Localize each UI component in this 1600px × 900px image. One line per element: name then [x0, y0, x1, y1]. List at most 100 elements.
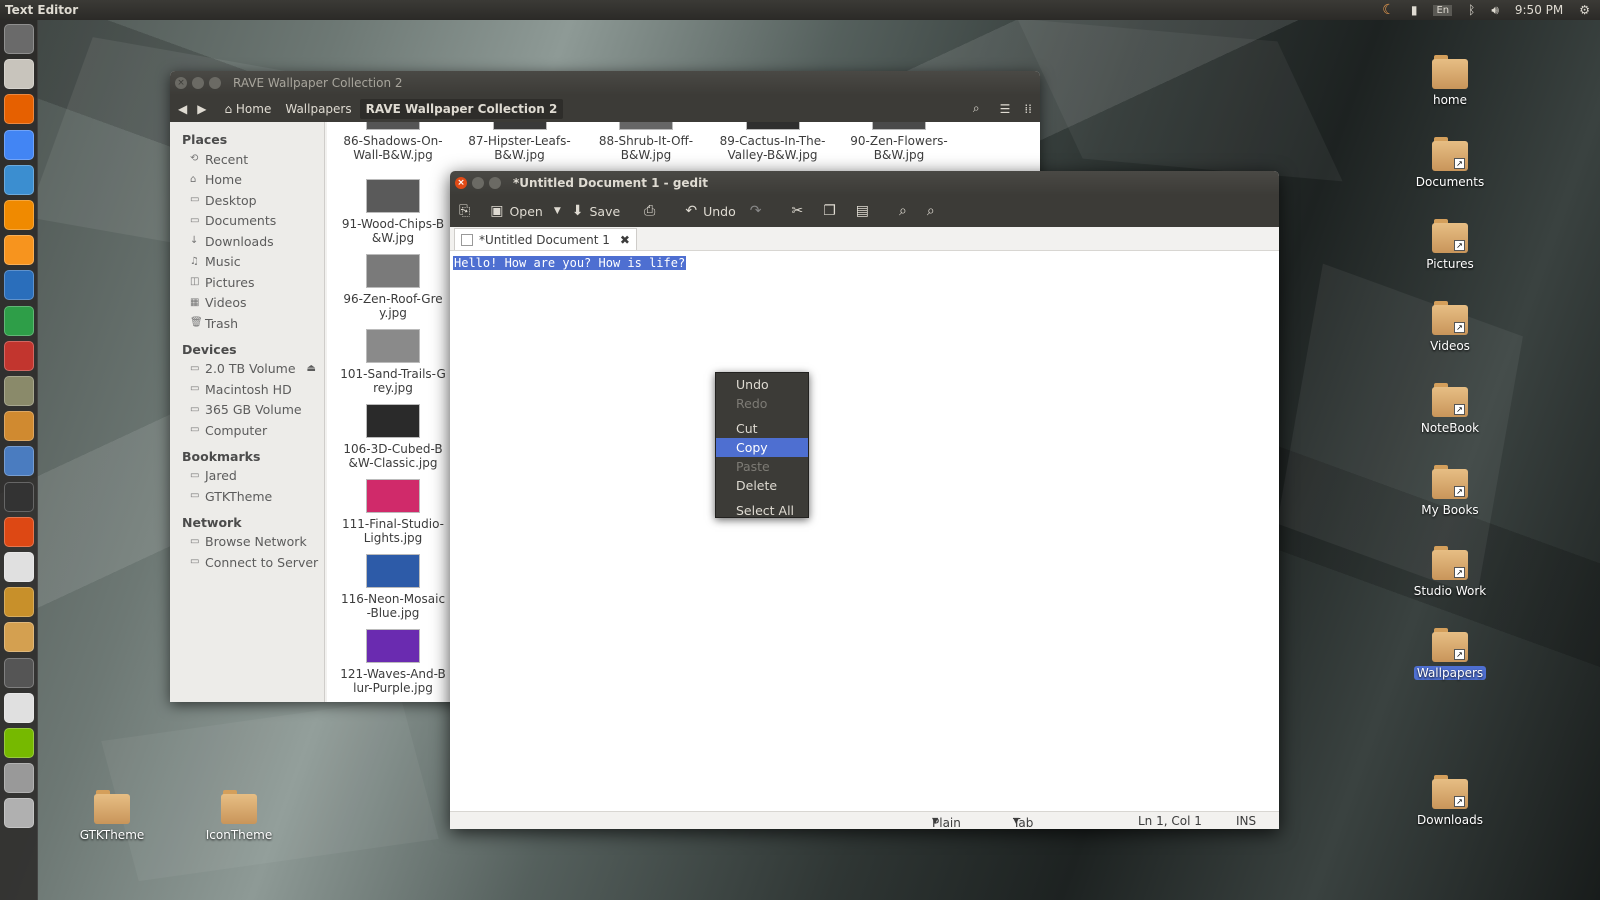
- maximize-button[interactable]: [209, 77, 221, 89]
- gear-icon[interactable]: ⚙: [1579, 3, 1590, 17]
- sidebar-item-macintosh-hd[interactable]: ▭ Macintosh HD: [170, 379, 324, 400]
- sidebar-item-pictures[interactable]: ◫ Pictures: [170, 272, 324, 293]
- desktop-folder-my-books[interactable]: ↗ My Books: [1410, 465, 1490, 517]
- nvidia-icon[interactable]: [4, 728, 34, 758]
- sidebar-item-connect-to-server[interactable]: ▭ Connect to Server: [170, 552, 324, 573]
- file-item[interactable]: 90-Zen-Flowers-B&W.jpg: [839, 122, 959, 162]
- new-document-button[interactable]: ⎘: [452, 195, 483, 227]
- sidebar-item-gtktheme[interactable]: ▭ GTKTheme: [170, 486, 324, 507]
- archive-icon[interactable]: [4, 622, 34, 653]
- menu-item-undo[interactable]: Undo: [716, 375, 808, 394]
- writer-icon[interactable]: [4, 270, 34, 301]
- eject-icon[interactable]: ⏏: [307, 363, 316, 374]
- keyboard-icon[interactable]: En: [1433, 4, 1453, 16]
- paste-button[interactable]: ▤: [849, 195, 882, 227]
- desktop-folder-downloads[interactable]: ↗ Downloads: [1410, 775, 1490, 827]
- sidebar-item-computer[interactable]: ▭ Computer: [170, 420, 324, 441]
- sidebar-item-browse-network[interactable]: ▭ Browse Network: [170, 532, 324, 553]
- print-button[interactable]: ⎙: [637, 195, 668, 227]
- signal-icon[interactable]: ▮: [1411, 3, 1418, 17]
- minimize-button[interactable]: [472, 177, 484, 189]
- open-button[interactable]: ▣ Open: [483, 195, 550, 227]
- paint-icon[interactable]: [4, 446, 34, 477]
- menu-item-cut[interactable]: Cut: [716, 419, 808, 438]
- calc-icon[interactable]: [4, 305, 34, 336]
- mail-icon[interactable]: [4, 164, 34, 195]
- desktop-folder-gtktheme[interactable]: GTKTheme: [72, 790, 152, 842]
- chrome-icon[interactable]: [4, 129, 34, 160]
- volume-icon[interactable]: 🔊︎: [1491, 3, 1499, 18]
- menu-item-paste[interactable]: Paste: [716, 457, 808, 476]
- selected-text[interactable]: Hello! How are you? How is life?: [453, 256, 687, 270]
- find-button[interactable]: ⌕: [892, 195, 920, 227]
- grid-view-icon[interactable]: ⁞⁞: [1024, 102, 1032, 116]
- files-icon[interactable]: [4, 59, 34, 90]
- sidebar-item-documents[interactable]: ▭ Documents: [170, 211, 324, 232]
- package-icon[interactable]: [4, 587, 34, 618]
- dash-icon[interactable]: [4, 24, 34, 54]
- file-item[interactable]: 96-Zen-Roof-Grey.jpg: [333, 254, 453, 320]
- desktop-folder-pictures[interactable]: ↗ Pictures: [1410, 219, 1490, 271]
- files-stack-icon[interactable]: [4, 798, 34, 829]
- breadcrumb-wallpapers[interactable]: Wallpapers: [279, 99, 357, 119]
- desktop-folder-icontheme[interactable]: IconTheme: [199, 790, 279, 842]
- disks-icon[interactable]: [4, 763, 34, 794]
- minimize-button[interactable]: [192, 77, 204, 89]
- breadcrumb-home[interactable]: ⌂ Home: [218, 99, 277, 119]
- menu-item-copy[interactable]: Copy: [716, 438, 808, 457]
- replace-button[interactable]: ⌕: [920, 195, 948, 227]
- ubuntu-software-icon[interactable]: [4, 516, 34, 547]
- menu-item-select-all[interactable]: Select All: [716, 501, 808, 520]
- cut-button[interactable]: ✂: [785, 195, 817, 227]
- equalizer-icon[interactable]: [4, 692, 34, 723]
- close-button[interactable]: ×: [455, 177, 467, 189]
- clock[interactable]: 9:50 PM: [1515, 3, 1563, 17]
- file-item[interactable]: 101-Sand-Trails-Grey.jpg: [333, 329, 453, 395]
- desktop-folder-wallpapers[interactable]: ↗ Wallpapers: [1410, 628, 1490, 680]
- breadcrumb-current[interactable]: RAVE Wallpaper Collection 2: [359, 98, 564, 119]
- file-item[interactable]: 86-Shadows-On-Wall-B&W.jpg: [333, 122, 453, 162]
- document-tab[interactable]: *Untitled Document 1 ✖: [454, 228, 637, 250]
- vlc-icon[interactable]: [4, 200, 34, 230]
- gimp-icon[interactable]: [4, 376, 34, 406]
- open-recent-dropdown[interactable]: ▼: [550, 195, 565, 227]
- ink-icon[interactable]: [4, 552, 34, 582]
- copy-button[interactable]: ❐: [816, 195, 849, 227]
- sidebar-item-videos[interactable]: ▦ Videos: [170, 293, 324, 314]
- file-item[interactable]: 121-Waves-And-Blur-Purple.jpg: [333, 629, 453, 695]
- file-item[interactable]: 111-Final-Studio-Lights.jpg: [333, 479, 453, 545]
- terminal-icon[interactable]: [4, 481, 34, 512]
- desktop-folder-notebook[interactable]: ↗ NoteBook: [1410, 383, 1490, 435]
- sidebar-item-365-gb-volume[interactable]: ▭ 365 GB Volume: [170, 400, 324, 421]
- file-item[interactable]: 89-Cactus-In-The-Valley-B&W.jpg: [713, 122, 833, 162]
- menu-item-delete[interactable]: Delete: [716, 476, 808, 495]
- file-item[interactable]: 116-Neon-Mosaic-Blue.jpg: [333, 554, 453, 620]
- firefox-icon[interactable]: [4, 94, 34, 125]
- impress-icon[interactable]: [4, 340, 34, 371]
- sidebar-item-desktop[interactable]: ▭ Desktop: [170, 190, 324, 211]
- maximize-button[interactable]: [489, 177, 501, 189]
- list-view-icon[interactable]: ☰: [1000, 102, 1011, 116]
- sidebar-item-music[interactable]: ♫ Music: [170, 252, 324, 273]
- sidebar-item-2-0-tb-volume[interactable]: ▭ 2.0 TB Volume ⏏: [170, 359, 324, 380]
- sidebar-item-jared[interactable]: ▭ Jared: [170, 466, 324, 487]
- menu-item-redo[interactable]: Redo: [716, 394, 808, 413]
- sidebar-item-trash[interactable]: 🗑︎ Trash: [170, 313, 324, 334]
- desktop-folder-studio-work[interactable]: ↗ Studio Work: [1410, 546, 1490, 598]
- redo-button[interactable]: ↷: [743, 195, 775, 227]
- forward-icon[interactable]: ▶: [197, 102, 206, 116]
- save-button[interactable]: ⬇ Save: [565, 195, 627, 227]
- bluetooth-icon[interactable]: ᛒ: [1468, 3, 1475, 17]
- night-icon[interactable]: ☾: [1382, 2, 1395, 18]
- sidebar-item-downloads[interactable]: ↓ Downloads: [170, 231, 324, 252]
- desktop-folder-home[interactable]: home: [1410, 55, 1490, 107]
- tools-icon[interactable]: [4, 411, 34, 442]
- sidebar-item-home[interactable]: ⌂ Home: [170, 170, 324, 191]
- sidebar-item-recent[interactable]: ⟲ Recent: [170, 149, 324, 170]
- undo-button[interactable]: ↶ Undo: [678, 195, 742, 227]
- settings-icon[interactable]: [4, 657, 34, 688]
- search-icon[interactable]: ⌕: [973, 101, 980, 116]
- file-item[interactable]: 106-3D-Cubed-B&W-Classic.jpg: [333, 404, 453, 470]
- text-editor-area[interactable]: Hello! How are you? How is life?: [450, 251, 1279, 811]
- close-button[interactable]: ×: [175, 77, 187, 89]
